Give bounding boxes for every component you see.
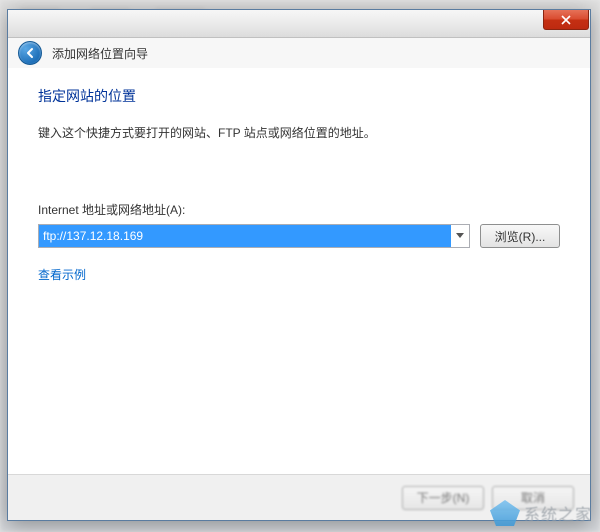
chevron-down-icon (456, 233, 464, 239)
back-button[interactable] (18, 41, 42, 65)
wizard-dialog: 添加网络位置向导 指定网站的位置 键入这个快捷方式要打开的网站、FTP 站点或网… (7, 9, 591, 521)
combo-dropdown-button[interactable] (451, 225, 469, 247)
browse-button[interactable]: 浏览(R)... (480, 224, 560, 248)
arrow-left-icon (23, 46, 37, 60)
cancel-button[interactable]: 取消 (492, 486, 574, 510)
close-button[interactable] (543, 10, 589, 30)
footer: 下一步(N) 取消 (8, 474, 590, 520)
address-combo[interactable] (38, 224, 470, 248)
nav-header: 添加网络位置向导 (8, 38, 590, 68)
titlebar (8, 10, 590, 38)
address-input[interactable] (39, 225, 451, 247)
page-heading: 指定网站的位置 (38, 86, 560, 106)
wizard-title: 添加网络位置向导 (52, 45, 148, 62)
next-button[interactable]: 下一步(N) (402, 486, 484, 510)
close-icon (561, 15, 571, 25)
content-area: 指定网站的位置 键入这个快捷方式要打开的网站、FTP 站点或网络位置的地址。 I… (8, 68, 590, 293)
page-description: 键入这个快捷方式要打开的网站、FTP 站点或网络位置的地址。 (38, 124, 560, 141)
address-label: Internet 地址或网络地址(A): (38, 201, 560, 218)
address-row: 浏览(R)... (38, 224, 560, 248)
view-example-link[interactable]: 查看示例 (38, 268, 86, 282)
